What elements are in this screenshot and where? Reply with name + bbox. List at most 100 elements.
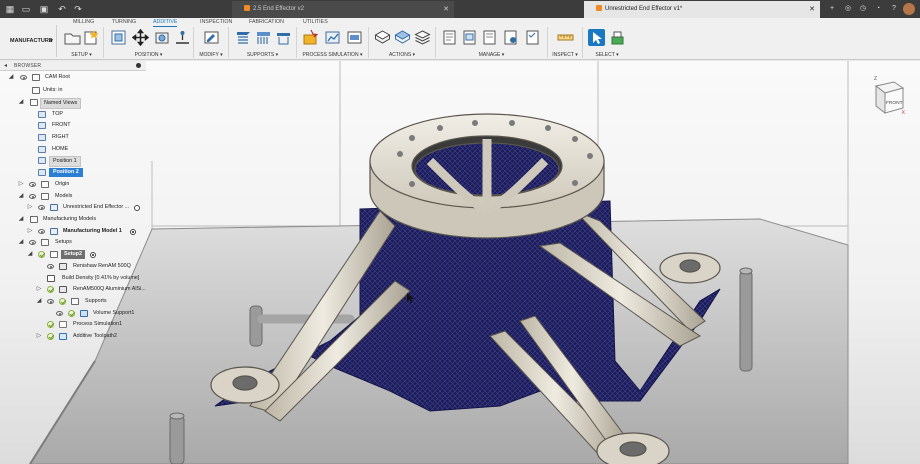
volume-support-icon[interactable] xyxy=(255,29,272,46)
generate-toolpath-icon[interactable] xyxy=(374,29,391,46)
tab-inspection[interactable]: INSPECTION xyxy=(200,18,232,26)
tree-manufacturing-model-1[interactable]: ▷ Manufacturing Model 1 xyxy=(0,226,146,237)
active-radio[interactable] xyxy=(130,229,136,235)
modify-group-label[interactable]: MODIFY ▾ xyxy=(194,52,228,58)
measure-icon[interactable] xyxy=(557,29,574,46)
visibility-eye-icon[interactable] xyxy=(47,299,54,304)
tree-named-views[interactable]: ◢ Named Views xyxy=(0,97,146,109)
tree-view-top[interactable]: TOP xyxy=(0,109,146,120)
expand-icon[interactable]: ▷ xyxy=(18,179,24,190)
print-settings-icon[interactable] xyxy=(461,29,478,46)
inspect-group-label[interactable]: INSPECT ▾ xyxy=(548,52,582,58)
viewcube[interactable]: Z X FRONT xyxy=(872,74,906,116)
tree-manufacturing-models[interactable]: ◢ Manufacturing Models xyxy=(0,214,146,225)
expand-icon[interactable]: ◢ xyxy=(8,72,14,83)
tree-print-setting[interactable]: ▷ RenAM500Q Aluminium AlSi... xyxy=(0,284,146,295)
tree-volume-support1[interactable]: Volume Support1 xyxy=(0,308,146,319)
save-icon[interactable]: ▣ xyxy=(38,3,50,15)
visibility-eye-icon[interactable] xyxy=(29,182,36,187)
manage-group-label[interactable]: MANAGE ▾ xyxy=(436,52,547,58)
tab-fabrication[interactable]: FABRICATION xyxy=(249,18,284,26)
expand-icon[interactable]: ◢ xyxy=(18,97,24,108)
visibility-eye-icon[interactable] xyxy=(29,240,36,245)
collapse-icon[interactable]: ◂ xyxy=(4,62,7,69)
expand-icon[interactable]: ▷ xyxy=(36,284,42,295)
layers-icon[interactable] xyxy=(414,29,431,46)
browser-header[interactable]: ◂ BROWSER xyxy=(0,61,146,71)
tree-setups[interactable]: ◢ Setups xyxy=(0,237,146,248)
close-icon[interactable]: ✕ xyxy=(809,1,815,18)
tree-process-simulation1[interactable]: Process Simulation1 xyxy=(0,319,146,330)
bar-support-icon[interactable] xyxy=(235,29,252,46)
template-library-icon[interactable] xyxy=(481,29,498,46)
tree-view-position-1[interactable]: Position 1 xyxy=(0,155,146,167)
file-icon[interactable]: ▭ xyxy=(20,3,32,15)
tree-cam-root[interactable]: ◢ CAM Root xyxy=(0,72,146,83)
visibility-eye-icon[interactable] xyxy=(38,229,45,234)
simulate-process-icon[interactable] xyxy=(302,29,319,46)
redo-icon[interactable]: ↷ xyxy=(72,3,84,15)
position-group-label[interactable]: POSITION ▾ xyxy=(104,52,193,58)
tab-utilities[interactable]: UTILITIES xyxy=(303,18,328,26)
expand-icon[interactable]: ◢ xyxy=(18,237,24,248)
grid-icon[interactable]: ▦ xyxy=(4,3,16,15)
job-status-icon[interactable]: ◷ xyxy=(857,3,869,15)
expand-icon[interactable]: ◢ xyxy=(27,249,33,260)
place-parts-icon[interactable] xyxy=(110,29,127,46)
workspace-selector[interactable]: MANUFACTURE ▼ xyxy=(3,25,57,57)
tree-supports[interactable]: ◢ Supports xyxy=(0,296,146,307)
visibility-eye-icon[interactable] xyxy=(47,264,54,269)
simulate-icon[interactable] xyxy=(394,29,411,46)
actions-group-label[interactable]: ACTIONS ▾ xyxy=(369,52,435,58)
tab-milling[interactable]: MILLING xyxy=(73,18,94,26)
orient-icon[interactable] xyxy=(154,29,171,46)
expand-icon[interactable]: ◢ xyxy=(18,191,24,202)
user-avatar-icon[interactable] xyxy=(903,3,915,15)
tree-model-unrestricted[interactable]: ▷ Unrestricted End Effector ... xyxy=(0,202,146,213)
tree-additive-toolpath2[interactable]: ▷ Additive Toolpath2 xyxy=(0,331,146,342)
document-tab-1[interactable]: 2.5 End Effector v2 ✕ xyxy=(232,1,454,18)
tab-additive[interactable]: ADDITIVE xyxy=(153,18,178,27)
tree-models[interactable]: ◢ Models xyxy=(0,191,146,202)
visibility-eye-icon[interactable] xyxy=(20,75,27,80)
tree-build-density[interactable]: Build Density [0.41% by volume] xyxy=(0,273,146,284)
document-tab-2[interactable]: Unrestricted End Effector v1* ✕ xyxy=(584,1,820,18)
help-icon[interactable]: ? xyxy=(888,3,900,15)
visibility-eye-icon[interactable] xyxy=(38,205,45,210)
select-body-icon[interactable] xyxy=(609,29,626,46)
expand-icon[interactable]: ▷ xyxy=(27,226,33,237)
simulation-results-icon[interactable] xyxy=(324,29,341,46)
tree-machine[interactable]: Renishaw RenAM 500Q xyxy=(0,261,146,272)
tree-units[interactable]: Units: in xyxy=(0,85,146,96)
tree-view-position-2[interactable]: Position 2 xyxy=(0,167,146,178)
close-icon[interactable]: ✕ xyxy=(443,1,449,18)
drop-icon[interactable] xyxy=(174,29,191,46)
expand-icon[interactable]: ◢ xyxy=(36,296,42,307)
visibility-eye-icon[interactable] xyxy=(29,194,36,199)
move-icon[interactable] xyxy=(131,28,150,47)
plus-icon[interactable]: + xyxy=(826,3,838,15)
compensate-icon[interactable] xyxy=(346,29,363,46)
notifications-icon[interactable]: ◔ xyxy=(872,3,884,15)
select-group-label[interactable]: SELECT ▾ xyxy=(583,52,631,58)
task-manager-icon[interactable] xyxy=(524,29,541,46)
expand-icon[interactable]: ▷ xyxy=(27,202,33,213)
tab-turning[interactable]: TURNING xyxy=(112,18,136,26)
extensions-icon[interactable]: ◎ xyxy=(842,3,854,15)
setup-group-label[interactable]: SETUP ▾ xyxy=(60,52,103,58)
new-setup-icon[interactable] xyxy=(83,29,100,46)
post-library-icon[interactable] xyxy=(502,29,519,46)
modify-icon[interactable] xyxy=(203,29,220,46)
expand-icon[interactable]: ▷ xyxy=(36,331,42,342)
process-simulation-group-label[interactable]: PROCESS SIMULATION ▾ xyxy=(297,52,368,58)
setup-folder-icon[interactable] xyxy=(64,29,81,46)
pin-icon[interactable] xyxy=(136,63,141,68)
activate-radio[interactable] xyxy=(134,205,140,211)
visibility-eye-icon[interactable] xyxy=(56,311,63,316)
undo-icon[interactable]: ↶ xyxy=(56,3,68,15)
select-icon[interactable] xyxy=(588,29,605,46)
tree-view-right[interactable]: RIGHT xyxy=(0,132,146,143)
tree-view-home[interactable]: HOME xyxy=(0,144,146,155)
tree-view-front[interactable]: FRONT xyxy=(0,120,146,131)
expand-icon[interactable]: ◢ xyxy=(18,214,24,225)
